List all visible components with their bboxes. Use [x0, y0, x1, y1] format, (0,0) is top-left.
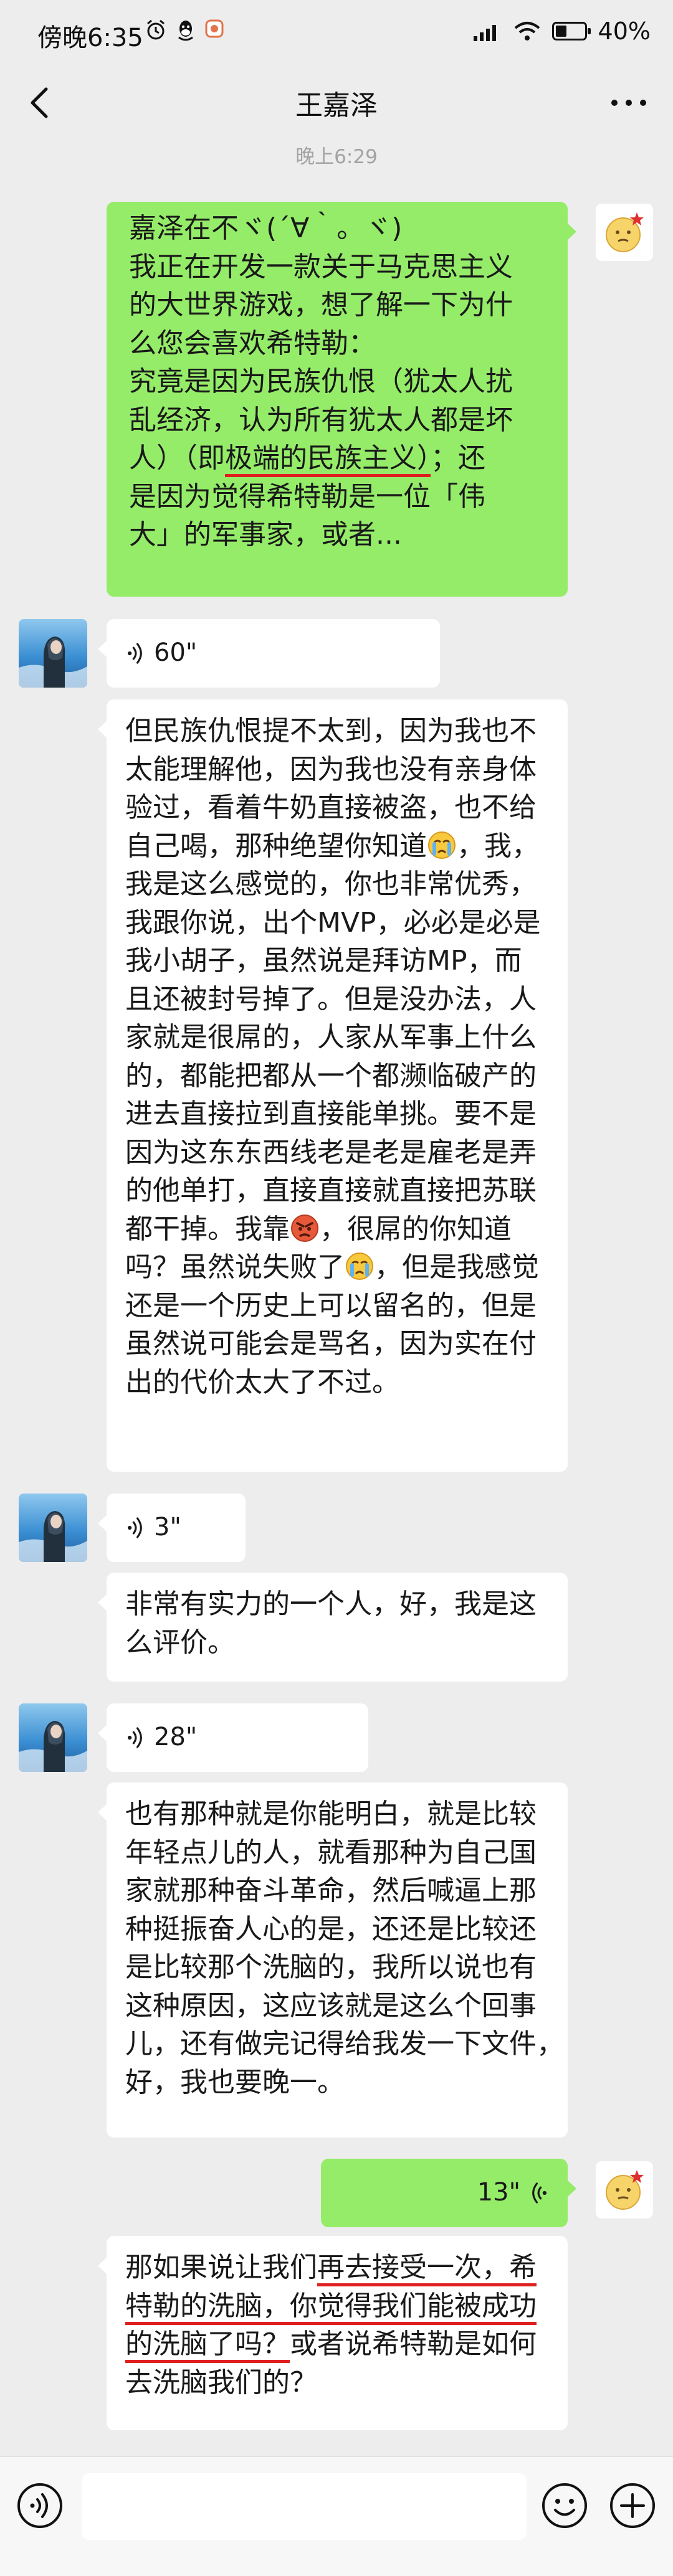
underlined-text: 特勒的洗脑，你觉得我们能被成功: [125, 2290, 537, 2322]
message-line: 儿，还有做完记得给我发一下文件，: [125, 2028, 564, 2060]
emoji-face-icon: [542, 2483, 587, 2528]
message-line: 的他单打，直接直接就直接把苏联: [125, 1175, 537, 1206]
more-button[interactable]: [607, 85, 651, 120]
crying-emoji-icon: [345, 1251, 375, 1281]
emoji-button[interactable]: [540, 2481, 589, 2531]
message-line: 的洗脑了吗？或者说希特勒是如何: [125, 2328, 537, 2360]
voice-transcript-bubble[interactable]: 非常有实力的一个人，好，我是这 么评价。: [98, 1573, 568, 1682]
message-line: 的大世界游戏，想了解一下为什: [129, 289, 513, 321]
underlined-text: 极端的民族主义）: [225, 442, 431, 474]
message-line: 也有那种就是你能明白，就是比较: [125, 1798, 537, 1830]
message-line: 都干掉。我靠 ，很屌的你知道: [125, 1213, 512, 1245]
message-line: 进去直接拉到直接能单挑。要不是: [125, 1098, 537, 1130]
battery-icon: [551, 22, 591, 40]
plus-icon: [610, 2483, 655, 2528]
voice-wave-icon: [125, 1726, 145, 1750]
message-line: 出的代价太大了不过。: [125, 1366, 399, 1398]
message-line: 去洗脑我们的？: [125, 2366, 317, 2398]
voice-wave-icon: [125, 642, 145, 665]
message-line: 究竟是因为民族仇恨（犹太人扰: [129, 366, 513, 397]
battery-level-fill: [555, 26, 567, 37]
alarm-icon: [147, 19, 165, 40]
message-line: 家就是很屌的，人家从军事上什么: [125, 1021, 537, 1053]
message-line: 这种原因，这应该就是这么个回事: [125, 1989, 537, 2022]
message-line: 嘉泽在不ヾ(´∀｀。ヾ): [129, 212, 403, 244]
message-line: 虽然说可能会是骂名，因为实在付: [125, 1328, 537, 1360]
message-bubble-sent[interactable]: 嘉泽在不ヾ(´∀｀。ヾ) 我正在开发一款关于马克思主义 的大世界游戏，想了解一下…: [107, 202, 576, 597]
message-line: 太能理解他，因为我也没有亲身体: [125, 753, 537, 785]
voice-input-button[interactable]: [15, 2481, 65, 2531]
status-left-icons: [145, 19, 224, 41]
notification-app-icon: [205, 19, 224, 38]
message-line: 的，都能把都从一个都濒临破产的: [125, 1059, 537, 1092]
voice-duration: 3": [154, 1513, 181, 1542]
message-line: 且还被封号掉了。但是没办法，人: [125, 983, 537, 1015]
message-line: 吗？虽然说失败了 ，但是我感觉: [125, 1251, 539, 1283]
voice-wave-icon: [30, 2493, 48, 2518]
message-timestamp: 晚上6:29: [295, 146, 378, 168]
message-line: 大」的军事家，或者...: [129, 519, 402, 551]
message-line: 我正在开发一款关于马克思主义: [129, 250, 513, 283]
message-line: 人）（即极端的民族主义）；还: [129, 442, 485, 474]
signal-icon: [473, 25, 496, 41]
underlined-text: 的洗脑了吗？: [125, 2328, 290, 2360]
more-dots-icon: [611, 100, 646, 106]
voice-message-bubble[interactable]: 3": [98, 1494, 246, 1562]
message-line: 家就那种奋斗革命，然后喊逼上那: [125, 1875, 537, 1906]
status-bar: 傍晚6:35 40%: [0, 0, 673, 72]
message-line: 那如果说让我们再去接受一次，希: [125, 2252, 537, 2283]
message-line: 么您会喜欢希特勒：: [129, 327, 376, 359]
voice-duration: 60": [154, 638, 198, 668]
message-line: 么评价。: [125, 1626, 235, 1659]
voice-duration: 28": [154, 1723, 198, 1752]
message-line: 我小胡子，虽然说是拜访MP，而: [125, 945, 522, 977]
message-line: 非常有实力的一个人，好，我是这: [125, 1588, 537, 1620]
message-line: 乱经济，认为所有犹太人都是坏: [129, 404, 513, 436]
wifi-icon: [514, 22, 540, 40]
message-line: 自己喝，那种绝望你知道 ，我，: [125, 830, 539, 862]
status-right-icons: 40%: [472, 17, 651, 45]
message-line: 年轻点儿的人，就看那种为自己国: [125, 1836, 537, 1868]
chat-title: 王嘉泽: [295, 90, 378, 121]
message-line: 种挺振奋人心的是，还还是比较还: [125, 1913, 537, 1945]
message-line: 我跟你说，出个MVP，必必是必是: [125, 906, 541, 939]
underlined-text: 再去接受一次，希: [317, 2252, 537, 2283]
angry-emoji-icon: [290, 1213, 320, 1243]
contact-avatar[interactable]: [19, 1494, 87, 1562]
status-time: 傍晚6:35: [37, 24, 143, 52]
message-line: 是因为觉得希特勒是一位「伟: [129, 480, 485, 513]
more-functions-button[interactable]: [608, 2481, 657, 2531]
message-line: 特勒的洗脑，你觉得我们能被成功: [125, 2287, 555, 2326]
message-line: 验过，看着牛奶直接被盗，也不给: [125, 792, 537, 823]
qq-icon: [178, 21, 193, 41]
message-line: 我是这么感觉的，你也非常优秀，: [125, 868, 537, 900]
message-line: 但民族仇恨提不太到，因为我也不: [125, 715, 537, 747]
self-avatar[interactable]: [596, 2161, 653, 2218]
crying-emoji-icon: [427, 830, 457, 860]
message-line: 因为这东东西线老是老是雇老是弄: [125, 1136, 537, 1168]
voice-transcript-bubble[interactable]: 但民族仇恨提不太到，因为我也不 太能理解他，因为我也没有亲身体 验过，看着牛奶直…: [98, 699, 568, 1472]
chat-header: 王嘉泽: [0, 72, 673, 134]
voice-duration: 13": [477, 2178, 520, 2207]
battery-percent: 40%: [598, 17, 651, 45]
chat-input-bar: [0, 2456, 673, 2576]
voice-wave-icon: [529, 2181, 549, 2205]
message-input[interactable]: [82, 2473, 527, 2540]
self-avatar[interactable]: [596, 204, 653, 261]
voice-message-bubble-sent[interactable]: 13": [321, 2159, 576, 2227]
message-line: 好，我也要晚一。: [125, 2066, 345, 2098]
voice-message-bubble[interactable]: 28": [98, 1703, 368, 1772]
message-line: 还是一个历史上可以留名的，但是: [125, 1289, 537, 1322]
message-bubble-received[interactable]: 那如果说让我们再去接受一次，希 特勒的洗脑，你觉得我们能被成功 的洗脑了吗？或者…: [98, 2236, 568, 2430]
contact-avatar[interactable]: [19, 619, 87, 688]
voice-transcript-bubble[interactable]: 也有那种就是你能明白，就是比较 年轻点儿的人，就看那种为自己国 家就那种奋斗革命…: [98, 1783, 568, 2138]
voice-message-bubble[interactable]: 60": [98, 619, 440, 688]
voice-wave-icon: [125, 1516, 145, 1540]
contact-avatar[interactable]: [19, 1703, 87, 1772]
message-line: 是比较那个洗脑的，我所以说也有: [125, 1951, 537, 1983]
